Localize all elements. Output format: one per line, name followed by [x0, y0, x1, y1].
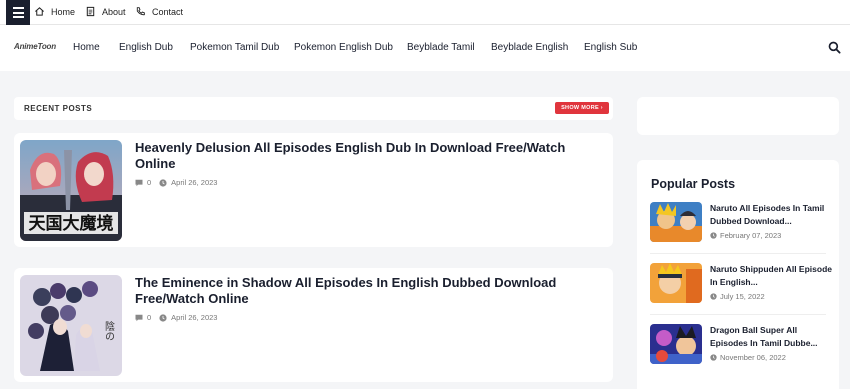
show-more-label: SHOW MORE — [561, 105, 599, 111]
nav-item-beyblade-english[interactable]: Beyblade English — [491, 42, 568, 53]
menu-icon[interactable] — [6, 0, 30, 25]
document-icon — [86, 6, 95, 17]
home-icon — [35, 7, 44, 16]
recent-posts-header: RECENT POSTS SHOW MORE › — [14, 97, 613, 120]
site-logo[interactable]: AnimeToon — [14, 42, 56, 51]
post-date: April 26, 2023 — [171, 178, 218, 187]
post-meta: 0 April 26, 2023 — [135, 313, 217, 322]
popular-post-item: Naruto All Episodes In Tamil Dubbed Down… — [650, 202, 830, 246]
top-bar: Home About Contact — [0, 0, 850, 25]
thumbnail-caption: 陰の — [103, 320, 115, 341]
top-link-label: Contact — [152, 6, 184, 17]
post-thumbnail-art: 天国大魔境 — [20, 140, 122, 241]
popular-post-title[interactable]: Dragon Ball Super All Episodes In Tamil … — [710, 324, 832, 349]
post-card: 陰の The Eminence in Shadow All Episodes I… — [14, 268, 613, 382]
post-meta: 0 April 26, 2023 — [135, 178, 217, 187]
nav-item-home[interactable]: Home — [73, 42, 100, 53]
popular-post-thumbnail[interactable] — [650, 202, 702, 242]
popular-post-item: Dragon Ball Super All Episodes In Tamil … — [650, 324, 830, 368]
clock-icon — [710, 232, 717, 239]
post-card: 天国大魔境 Heavenly Delusion All Episodes Eng… — [14, 133, 613, 247]
comment-icon — [135, 314, 143, 321]
phone-icon — [136, 7, 145, 16]
top-link-about[interactable]: About — [85, 6, 126, 17]
thumbnail-caption: 天国大魔境 — [29, 213, 114, 234]
show-more-button[interactable]: SHOW MORE › — [555, 102, 609, 114]
post-thumbnail-art: 陰の — [20, 275, 122, 376]
popular-post-art — [650, 202, 702, 242]
popular-posts-widget: Popular Posts Naruto All Episodes In Tam… — [637, 160, 839, 389]
post-title[interactable]: Heavenly Delusion All Episodes English D… — [135, 140, 595, 172]
sidebar-widget — [637, 97, 839, 135]
recent-posts-title: RECENT POSTS — [24, 104, 93, 113]
popular-post-art — [650, 263, 702, 303]
top-link-home[interactable]: Home — [34, 6, 75, 17]
post-thumbnail[interactable]: 陰の — [20, 275, 122, 376]
clock-icon — [159, 313, 167, 322]
comment-icon — [135, 179, 143, 186]
popular-post-date: November 06, 2022 — [720, 353, 786, 362]
nav-item-pokemon-tamil-dub[interactable]: Pokemon Tamil Dub — [190, 42, 279, 53]
popular-posts-title: Popular Posts — [651, 177, 736, 191]
search-icon[interactable] — [828, 41, 841, 54]
nav-item-pokemon-english-dub[interactable]: Pokemon English Dub — [294, 42, 393, 53]
clock-icon — [710, 354, 717, 361]
main-nav: AnimeToon Home English Dub Pokemon Tamil… — [0, 25, 850, 71]
popular-post-date: February 07, 2023 — [720, 231, 782, 240]
top-link-contact[interactable]: Contact — [135, 6, 183, 17]
popular-post-art — [650, 324, 702, 364]
clock-icon — [710, 293, 717, 300]
popular-post-thumbnail[interactable] — [650, 263, 702, 303]
popular-post-date-row: February 07, 2023 — [710, 231, 781, 240]
post-thumbnail[interactable]: 天国大魔境 — [20, 140, 122, 241]
popular-post-item: Naruto Shippuden All Episode In English.… — [650, 263, 832, 307]
top-link-label: Home — [51, 6, 76, 17]
divider — [650, 253, 826, 254]
nav-item-english-dub[interactable]: English Dub — [119, 42, 173, 53]
comment-count: 0 — [147, 178, 152, 187]
popular-post-title[interactable]: Naruto All Episodes In Tamil Dubbed Down… — [710, 202, 832, 227]
nav-item-beyblade-tamil[interactable]: Beyblade Tamil — [407, 42, 475, 53]
clock-icon — [159, 178, 167, 187]
popular-post-title[interactable]: Naruto Shippuden All Episode In English.… — [710, 263, 832, 288]
popular-post-date: July 15, 2022 — [720, 292, 765, 301]
divider — [650, 314, 826, 315]
popular-post-date-row: November 06, 2022 — [710, 353, 786, 362]
popular-post-date-row: July 15, 2022 — [710, 292, 765, 301]
top-link-label: About — [102, 6, 126, 17]
post-title[interactable]: The Eminence in Shadow All Episodes In E… — [135, 275, 595, 307]
comment-count: 0 — [147, 313, 152, 322]
post-date: April 26, 2023 — [171, 313, 218, 322]
popular-post-thumbnail[interactable] — [650, 324, 702, 364]
nav-item-english-sub[interactable]: English Sub — [584, 42, 637, 53]
